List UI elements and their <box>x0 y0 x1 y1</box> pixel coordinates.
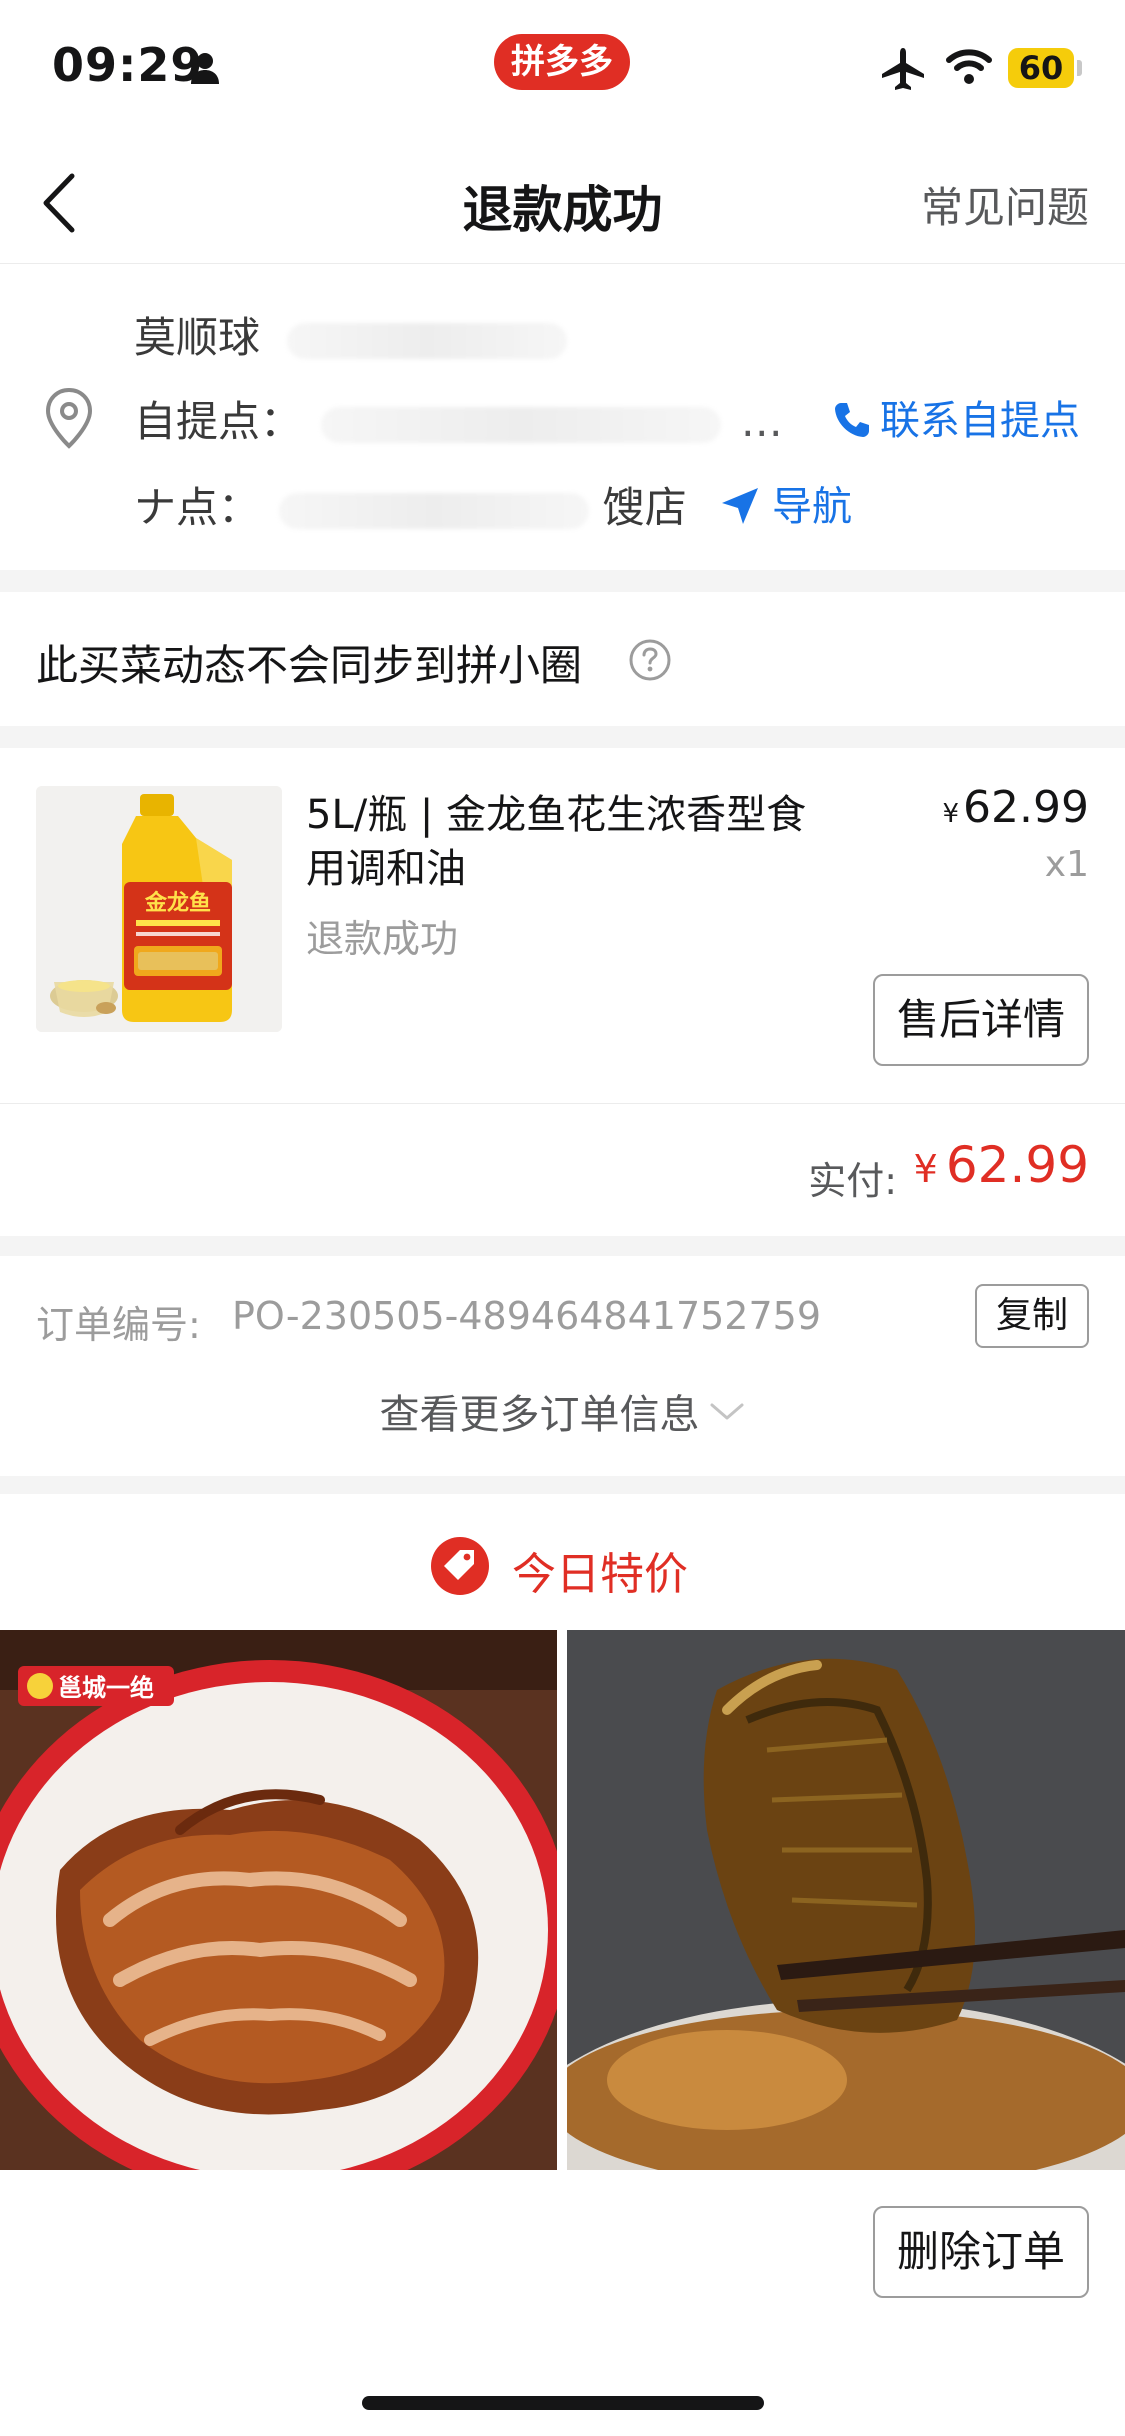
status-time: 09:29 <box>52 38 204 92</box>
recipient-line: 莫顺球 <box>134 304 568 365</box>
today-deals-header: 今日特价 <box>0 1494 1125 1630</box>
faq-link[interactable]: 常见问题 <box>921 174 1089 235</box>
order-number: PO-230505-489464841752759 <box>232 1294 822 1338</box>
home-indicator[interactable] <box>362 2396 764 2410</box>
battery-icon: 60 <box>1008 48 1074 88</box>
redacted-pickup-address <box>321 406 722 443</box>
section-divider <box>0 726 1125 748</box>
product-item[interactable]: 金龙鱼 5L/瓶 | 金龙鱼花生浓香型食用调和油 退款成功 ¥62.99 x1 … <box>0 748 1125 1104</box>
product-refund-status: 退款成功 <box>306 917 459 961</box>
pickup-address-card: 莫顺球 自提点： … 联系自提点 ナ点： 馊店 导航 <box>0 264 1125 570</box>
roast-duck-photo: 邕城一绝 <box>0 1630 557 2170</box>
question-circle-icon[interactable] <box>628 638 672 682</box>
navigate-link[interactable]: 导航 <box>720 474 852 532</box>
battery-tip <box>1077 60 1082 76</box>
order-number-label: 订单编号: <box>36 1303 201 1347</box>
navigate-label: 导航 <box>772 484 852 530</box>
bottle-brand: 金龙鱼 <box>144 890 211 915</box>
sync-notice: 此买菜动态不会同步到拼小圈 <box>0 592 1125 726</box>
product-price: ¥62.99 <box>942 782 1089 833</box>
braised-fish-photo <box>567 1630 1125 2170</box>
more-order-info-toggle[interactable]: 查看更多订单信息 <box>0 1382 1125 1440</box>
pickup-label: 自提点： <box>134 397 303 446</box>
wifi-icon <box>946 49 992 84</box>
navigation-arrow-icon <box>722 488 758 524</box>
redacted-store-name <box>279 492 590 529</box>
section-divider <box>0 1236 1125 1256</box>
price-currency: ¥ <box>942 799 960 829</box>
deal-brand-label: 邕城一绝 <box>58 1674 154 1702</box>
order-info: 订单编号: PO-230505-489464841752759 复制 查看更多订… <box>0 1256 1125 1476</box>
copy-order-number-button[interactable]: 复制 <box>975 1284 1089 1348</box>
pickup-point-line: 自提点： … <box>134 388 783 449</box>
sync-notice-text: 此买菜动态不会同步到拼小圈 <box>36 641 583 690</box>
product-quantity: x1 <box>1044 844 1089 885</box>
recipient-name: 莫顺球 <box>134 313 261 362</box>
nav-bar: 退款成功 常见问题 <box>0 140 1125 264</box>
store-suffix: 馊店 <box>602 483 687 532</box>
contact-pickup-label: 联系自提点 <box>880 398 1080 444</box>
store-prefix: ナ点： <box>134 483 261 532</box>
price-value: 62.99 <box>963 782 1089 833</box>
paid-value: 62.99 <box>945 1136 1089 1194</box>
section-divider <box>0 570 1125 592</box>
price-tag-icon <box>431 1537 489 1595</box>
section-divider <box>0 1476 1125 1494</box>
location-pin-icon <box>45 387 93 449</box>
paid-amount: ¥62.99 <box>914 1136 1089 1194</box>
app-badge: 拼多多 <box>494 34 630 90</box>
pickup-ellipsis: … <box>740 397 783 446</box>
payment-summary: 实付: ¥62.99 <box>0 1104 1125 1236</box>
paid-label: 实付: <box>808 1159 897 1203</box>
airplane-icon <box>882 48 924 90</box>
redacted-phone <box>287 322 568 359</box>
phone-icon <box>835 403 869 437</box>
product-image[interactable]: 金龙鱼 <box>36 786 282 1032</box>
oil-bottle-illustration: 金龙鱼 <box>36 786 282 1032</box>
after-sale-details-button[interactable]: 售后详情 <box>873 974 1089 1066</box>
store-line: ナ点： 馊店 <box>134 474 687 535</box>
delete-order-button[interactable]: 删除订单 <box>873 2206 1089 2298</box>
chevron-down-icon <box>710 1403 743 1420</box>
contact-pickup-link[interactable]: 联系自提点 <box>832 388 1080 446</box>
paid-currency: ¥ <box>913 1147 938 1191</box>
deal-card-braised-fish[interactable] <box>567 1630 1125 2170</box>
today-deals-title: 今日特价 <box>512 1549 688 1600</box>
deal-card-roast-duck[interactable]: 邕城一绝 <box>0 1630 557 2170</box>
more-order-info-label: 查看更多订单信息 <box>379 1392 700 1438</box>
product-name[interactable]: 5L/瓶 | 金龙鱼花生浓香型食用调和油 <box>306 788 826 896</box>
person-icon <box>191 53 219 84</box>
status-bar: 09:29 拼多多 60 <box>0 0 1125 140</box>
